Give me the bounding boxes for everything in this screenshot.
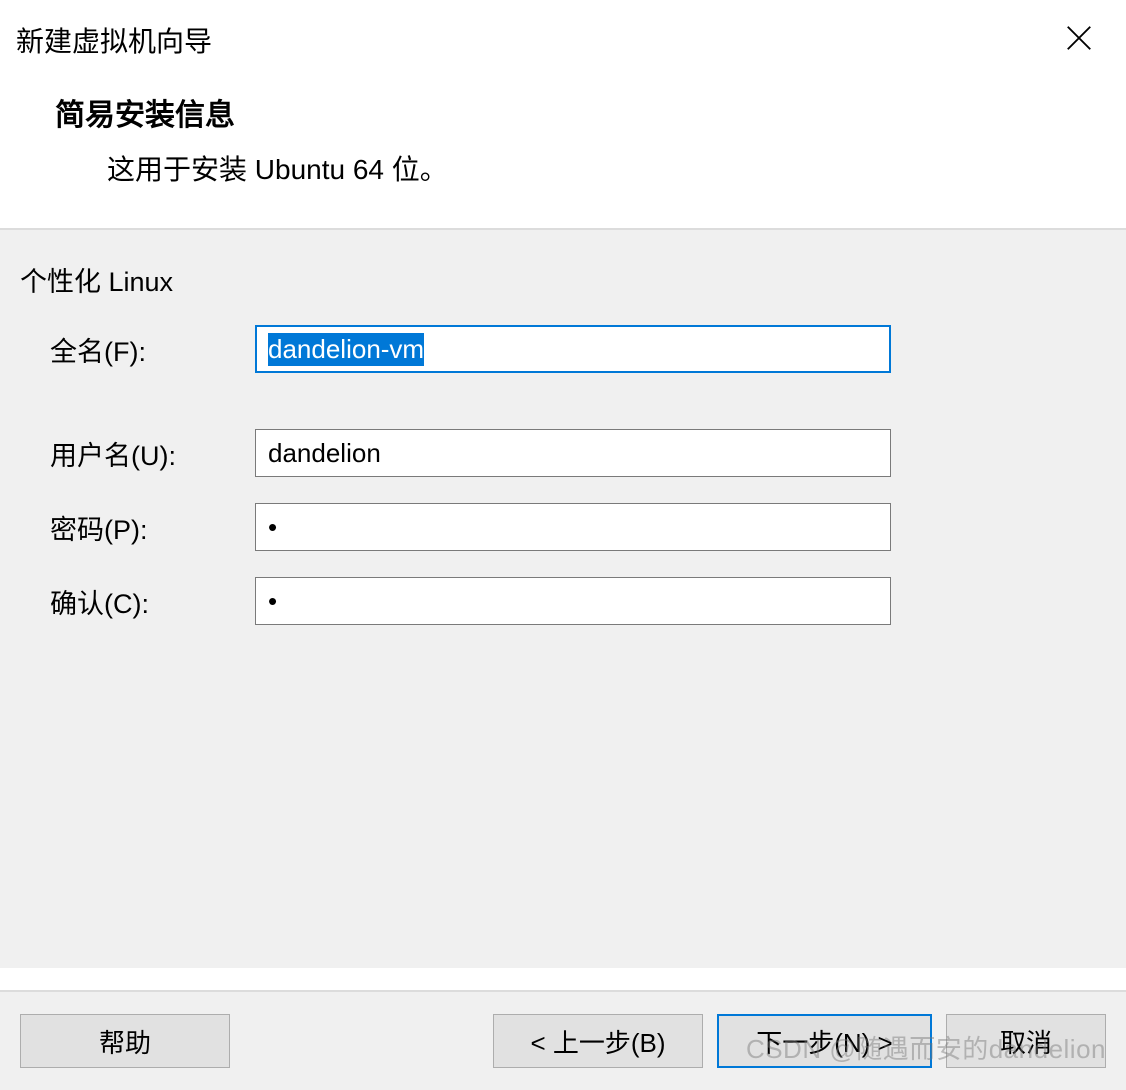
footer-bar: 帮助 < 上一步(B) 下一步(N) > 取消 bbox=[0, 990, 1126, 1090]
username-field[interactable] bbox=[255, 429, 891, 477]
next-button[interactable]: 下一步(N) > bbox=[717, 1014, 932, 1068]
password-row: 密码(P): bbox=[20, 503, 1106, 551]
confirm-field[interactable] bbox=[255, 577, 891, 625]
password-label: 密码(P): bbox=[50, 508, 255, 547]
help-button[interactable]: 帮助 bbox=[20, 1014, 230, 1068]
cancel-button[interactable]: 取消 bbox=[946, 1014, 1106, 1068]
fullname-value: dandelion-vm bbox=[268, 333, 424, 366]
title-bar: 新建虚拟机向导 bbox=[0, 0, 1126, 80]
confirm-row: 确认(C): bbox=[20, 577, 1106, 625]
page-title: 简易安装信息 bbox=[55, 90, 1110, 134]
fullname-field[interactable]: dandelion-vm bbox=[255, 325, 891, 373]
header-section: 简易安装信息 这用于安装 Ubuntu 64 位。 bbox=[0, 80, 1126, 228]
back-button[interactable]: < 上一步(B) bbox=[493, 1014, 703, 1068]
close-button[interactable] bbox=[1056, 21, 1102, 60]
footer-spacer bbox=[244, 1014, 479, 1068]
confirm-label: 确认(C): bbox=[50, 582, 255, 621]
close-icon bbox=[1064, 23, 1094, 53]
page-subtitle: 这用于安装 Ubuntu 64 位。 bbox=[55, 148, 1110, 188]
window-title: 新建虚拟机向导 bbox=[16, 20, 212, 60]
username-row: 用户名(U): bbox=[20, 429, 1106, 477]
content-section: 个性化 Linux 全名(F): dandelion-vm 用户名(U): 密码… bbox=[0, 228, 1126, 968]
section-label: 个性化 Linux bbox=[20, 260, 1106, 299]
fullname-label: 全名(F): bbox=[50, 330, 255, 369]
username-label: 用户名(U): bbox=[50, 434, 255, 473]
fullname-row: 全名(F): dandelion-vm bbox=[20, 325, 1106, 373]
password-field[interactable] bbox=[255, 503, 891, 551]
